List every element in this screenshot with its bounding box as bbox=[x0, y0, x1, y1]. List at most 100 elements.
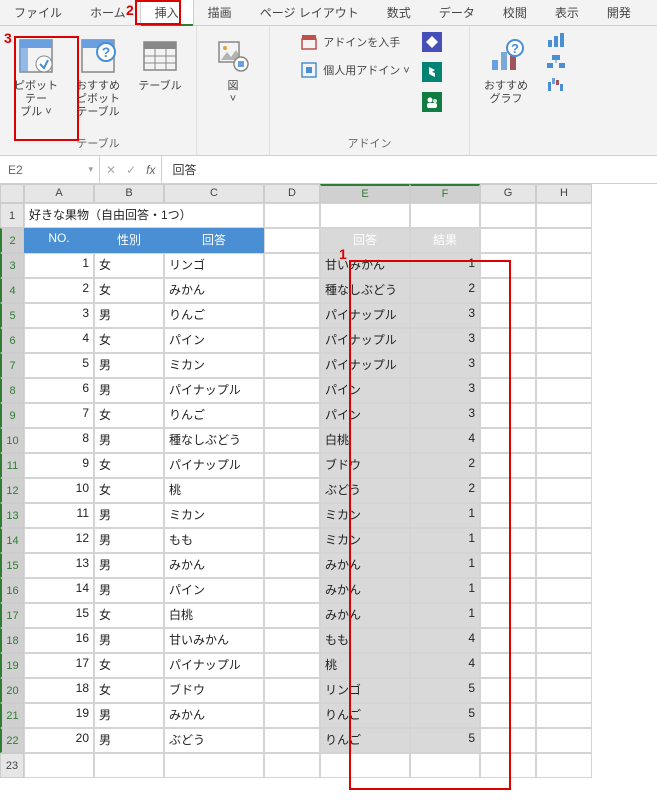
empty-cell[interactable] bbox=[536, 653, 592, 678]
empty-cell[interactable] bbox=[480, 378, 536, 403]
cell-answer-r[interactable]: ぶどう bbox=[320, 478, 410, 503]
cell-answer[interactable]: ミカン bbox=[164, 503, 264, 528]
fx-button[interactable]: fx bbox=[146, 163, 155, 177]
empty-cell[interactable] bbox=[264, 403, 320, 428]
cell-no[interactable]: 13 bbox=[24, 553, 94, 578]
cell-result[interactable]: 4 bbox=[410, 428, 480, 453]
empty-cell[interactable] bbox=[480, 578, 536, 603]
row-header[interactable]: 8 bbox=[0, 378, 24, 403]
cell-sex[interactable]: 男 bbox=[94, 628, 164, 653]
col-header[interactable]: A bbox=[24, 184, 94, 203]
empty-cell[interactable] bbox=[264, 303, 320, 328]
empty-cell[interactable] bbox=[480, 253, 536, 278]
row-header[interactable]: 13 bbox=[0, 503, 24, 528]
empty-cell[interactable] bbox=[480, 628, 536, 653]
cell-answer-r[interactable]: みかん bbox=[320, 553, 410, 578]
column-chart-icon[interactable] bbox=[546, 32, 568, 50]
cell-no[interactable]: 14 bbox=[24, 578, 94, 603]
cell-answer[interactable]: ブドウ bbox=[164, 678, 264, 703]
empty-cell[interactable] bbox=[480, 303, 536, 328]
empty-cell[interactable] bbox=[264, 578, 320, 603]
empty-cell[interactable] bbox=[480, 503, 536, 528]
empty-cell[interactable] bbox=[480, 478, 536, 503]
cell-answer-r[interactable]: パイン bbox=[320, 378, 410, 403]
cell-result[interactable]: 5 bbox=[410, 678, 480, 703]
col-header[interactable]: D bbox=[264, 184, 320, 203]
cell-answer[interactable]: パイン bbox=[164, 328, 264, 353]
empty-cell[interactable] bbox=[410, 753, 480, 778]
header-sex[interactable]: 性別 bbox=[94, 228, 164, 253]
empty-cell[interactable] bbox=[536, 478, 592, 503]
row-header[interactable]: 18 bbox=[0, 628, 24, 653]
hierarchy-chart-icon[interactable] bbox=[546, 54, 568, 72]
cell-sex[interactable]: 男 bbox=[94, 353, 164, 378]
cell-sex[interactable]: 男 bbox=[94, 503, 164, 528]
col-header[interactable]: H bbox=[536, 184, 592, 203]
cell-no[interactable]: 8 bbox=[24, 428, 94, 453]
empty-cell[interactable] bbox=[536, 428, 592, 453]
tab-review[interactable]: 校閲 bbox=[489, 0, 541, 25]
row-header[interactable]: 11 bbox=[0, 453, 24, 478]
cell-answer[interactable]: パイン bbox=[164, 578, 264, 603]
empty-cell[interactable] bbox=[536, 378, 592, 403]
cell-result[interactable]: 1 bbox=[410, 253, 480, 278]
col-header[interactable]: B bbox=[94, 184, 164, 203]
empty-cell[interactable] bbox=[536, 603, 592, 628]
empty-cell[interactable] bbox=[536, 403, 592, 428]
visio-addin-icon[interactable] bbox=[422, 32, 442, 52]
col-header[interactable] bbox=[0, 184, 24, 203]
empty-cell[interactable] bbox=[264, 353, 320, 378]
tab-developer[interactable]: 開発 bbox=[593, 0, 645, 25]
cell-answer-r[interactable]: 桃 bbox=[320, 653, 410, 678]
cell-no[interactable]: 2 bbox=[24, 278, 94, 303]
cell-answer-r[interactable]: ミカン bbox=[320, 503, 410, 528]
cell-answer[interactable]: りんご bbox=[164, 403, 264, 428]
empty-cell[interactable] bbox=[480, 603, 536, 628]
cell-no[interactable]: 19 bbox=[24, 703, 94, 728]
cell-sex[interactable]: 男 bbox=[94, 578, 164, 603]
cell-answer-r[interactable]: リンゴ bbox=[320, 678, 410, 703]
cell-no[interactable]: 7 bbox=[24, 403, 94, 428]
row-header[interactable]: 23 bbox=[0, 753, 24, 778]
table-button[interactable]: テーブル bbox=[132, 32, 188, 124]
cell-sex[interactable]: 男 bbox=[94, 303, 164, 328]
header-answer[interactable]: 回答 bbox=[164, 228, 264, 253]
tab-pagelayout[interactable]: ページ レイアウト bbox=[246, 0, 373, 25]
empty-cell[interactable] bbox=[536, 703, 592, 728]
empty-cell[interactable] bbox=[480, 703, 536, 728]
cell-result[interactable]: 3 bbox=[410, 378, 480, 403]
title-cell[interactable]: 好きな果物（自由回答・1つ） bbox=[24, 203, 264, 228]
empty-cell[interactable] bbox=[320, 203, 410, 228]
cell-answer[interactable]: みかん bbox=[164, 553, 264, 578]
cell-result[interactable]: 1 bbox=[410, 603, 480, 628]
spreadsheet-grid[interactable]: ABCDEFGH1好きな果物（自由回答・1つ）2NO.性別回答回答結果31女リン… bbox=[0, 184, 657, 778]
cell-answer-r[interactable]: パイン bbox=[320, 403, 410, 428]
empty-cell[interactable] bbox=[94, 753, 164, 778]
name-box[interactable]: E2 bbox=[0, 156, 100, 183]
empty-cell[interactable] bbox=[480, 428, 536, 453]
empty-cell[interactable] bbox=[536, 303, 592, 328]
row-header[interactable]: 9 bbox=[0, 403, 24, 428]
cell-answer[interactable]: パイナップル bbox=[164, 653, 264, 678]
enter-icon[interactable]: ✓ bbox=[126, 163, 136, 177]
empty-cell[interactable] bbox=[536, 228, 592, 253]
cancel-icon[interactable]: ✕ bbox=[106, 163, 116, 177]
cell-sex[interactable]: 女 bbox=[94, 653, 164, 678]
row-header[interactable]: 10 bbox=[0, 428, 24, 453]
cell-answer-r[interactable]: もも bbox=[320, 628, 410, 653]
cell-answer[interactable]: みかん bbox=[164, 278, 264, 303]
cell-answer-r[interactable]: パイナップル bbox=[320, 328, 410, 353]
header-no[interactable]: NO. bbox=[24, 228, 94, 253]
empty-cell[interactable] bbox=[480, 553, 536, 578]
row-header[interactable]: 17 bbox=[0, 603, 24, 628]
header-answer-r[interactable]: 回答 bbox=[320, 228, 410, 253]
my-addins-button[interactable]: 個人用アドイン ˅ bbox=[297, 60, 413, 80]
cell-answer-r[interactable]: みかん bbox=[320, 603, 410, 628]
cell-answer[interactable]: リンゴ bbox=[164, 253, 264, 278]
cell-result[interactable]: 3 bbox=[410, 303, 480, 328]
cell-sex[interactable]: 女 bbox=[94, 253, 164, 278]
empty-cell[interactable] bbox=[410, 203, 480, 228]
cell-sex[interactable]: 男 bbox=[94, 528, 164, 553]
cell-answer-r[interactable]: ブドウ bbox=[320, 453, 410, 478]
cell-sex[interactable]: 男 bbox=[94, 553, 164, 578]
